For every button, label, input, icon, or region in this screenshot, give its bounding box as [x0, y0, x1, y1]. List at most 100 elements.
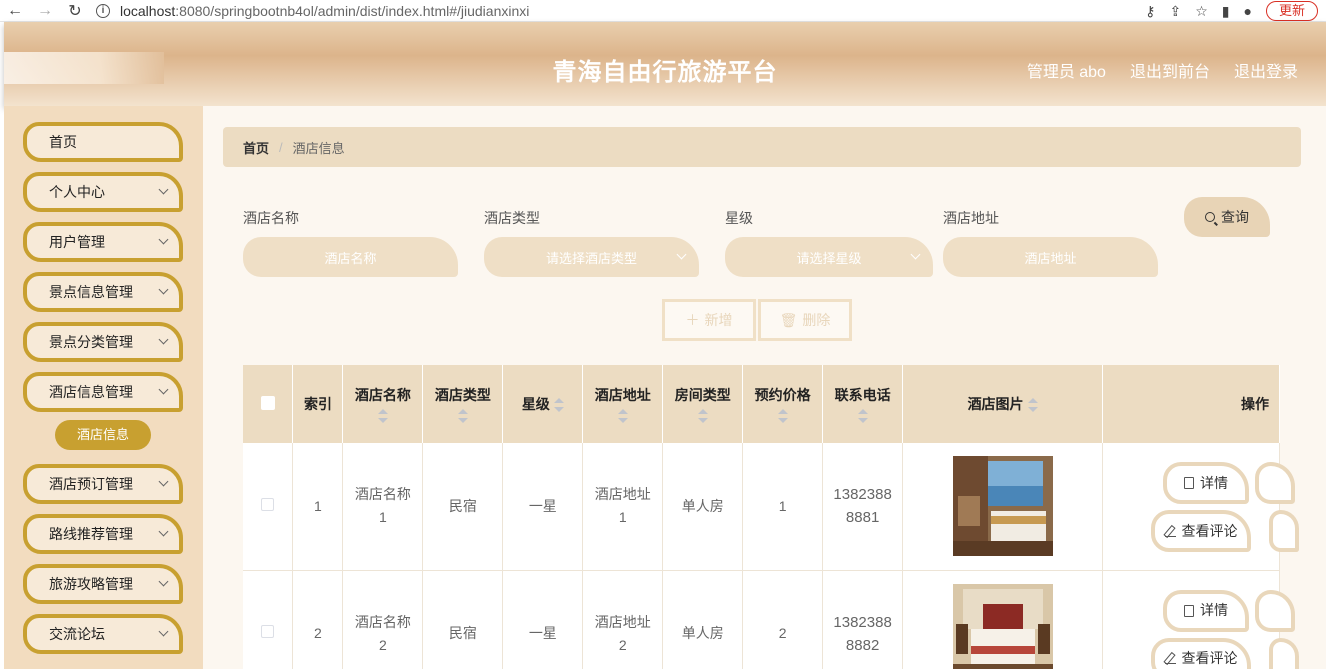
sidebar-item-hotel-info[interactable]: 酒店信息管理 — [23, 372, 183, 412]
edit-button-partial[interactable] — [1255, 462, 1296, 504]
delete-row-button-partial[interactable] — [1269, 637, 1300, 669]
sort-icon[interactable] — [697, 409, 708, 423]
col-room-type-label: 房间类型 — [674, 387, 731, 403]
select-all-checkbox[interactable] — [260, 395, 275, 410]
hotel-address-placeholder: 酒店地址 — [1024, 250, 1077, 266]
main-content: 首页 / 酒店信息 酒店名称 酒店名称 酒店类型 请选择酒店类型 星级 请选择星… — [203, 106, 1326, 669]
delete-button[interactable]: 🗑 删除 — [758, 299, 852, 341]
sidebar-item-label: 用户管理 — [49, 234, 105, 250]
breadcrumb: 首页 / 酒店信息 — [223, 127, 1301, 167]
sidebar-item-personal-center[interactable]: 个人中心 — [23, 172, 183, 212]
view-comments-label: 查看评论 — [1181, 650, 1238, 666]
sidebar-item-users[interactable]: 用户管理 — [23, 222, 183, 262]
sidebar-item-forum[interactable]: 交流论坛 — [23, 614, 183, 654]
cell-address-text: 酒店地址2 — [594, 613, 651, 653]
cell-address: 酒店地址2 — [582, 570, 664, 669]
col-phone-label: 联系电话 — [834, 387, 891, 403]
star-icon[interactable]: ☆ — [1195, 3, 1208, 20]
cell-price: 2 — [742, 570, 824, 669]
sidebar-item-scenic-category[interactable]: 景点分类管理 — [23, 322, 183, 362]
sidebar-item-hotel-booking[interactable]: 酒店预订管理 — [23, 464, 183, 504]
logout-link[interactable]: 退出登录 — [1234, 58, 1298, 82]
hotel-name-label: 酒店名称 — [243, 210, 299, 226]
share-icon[interactable]: ⇪ — [1170, 3, 1182, 20]
sidepanel-icon[interactable]: ▮ — [1222, 3, 1230, 20]
reload-icon[interactable]: ↻ — [60, 1, 90, 21]
hotel-image-seaview[interactable] — [952, 456, 1053, 557]
add-button[interactable]: ＋新增 — [662, 299, 756, 341]
delete-label: 删除 — [802, 312, 831, 328]
sort-icon[interactable] — [857, 409, 868, 423]
sidebar-item-route-recommend[interactable]: 路线推荐管理 — [23, 514, 183, 554]
sidebar-item-scenic-info[interactable]: 景点信息管理 — [23, 272, 183, 312]
hotel-image-bedroom[interactable] — [952, 583, 1053, 669]
sidebar-item-label: 首页 — [49, 134, 77, 150]
back-arrow-icon[interactable]: ← — [0, 2, 30, 20]
breadcrumb-current: 酒店信息 — [292, 140, 345, 156]
delete-row-button-partial[interactable] — [1269, 510, 1300, 552]
sidebar-item-label: 酒店信息管理 — [49, 384, 133, 400]
row-checkbox[interactable] — [261, 497, 275, 511]
cell-image — [902, 570, 1104, 669]
chevron-down-icon — [158, 476, 169, 487]
sort-icon[interactable] — [457, 409, 468, 423]
query-button[interactable]: 查询 — [1184, 197, 1270, 237]
trash-icon: 🗑 — [779, 311, 798, 328]
address-bar[interactable]: i localhost:8080/springbootnb4ol/admin/d… — [96, 3, 529, 19]
view-comments-button[interactable]: 查看评论 — [1151, 510, 1252, 552]
site-info-icon[interactable]: i — [96, 3, 110, 18]
cell-hotel-type: 民宿 — [422, 443, 504, 571]
top-header: 青海自由行旅游平台 管理员 abo 退出到前台 退出登录 — [4, 22, 1326, 106]
query-label: 查询 — [1221, 209, 1249, 225]
col-room-type[interactable]: 房间类型 — [662, 365, 744, 443]
detail-label: 详情 — [1200, 602, 1229, 618]
update-button[interactable]: 更新 — [1265, 1, 1318, 21]
row-checkbox[interactable] — [261, 625, 275, 638]
cell-hotel-name: 酒店名称2 — [342, 570, 424, 669]
sort-icon[interactable] — [617, 409, 628, 423]
profile-icon[interactable]: ● — [1244, 3, 1252, 19]
key-icon[interactable]: ⚷ — [1145, 3, 1155, 20]
breadcrumb-home[interactable]: 首页 — [243, 138, 269, 157]
edit-button-partial[interactable] — [1255, 589, 1296, 632]
sort-icon[interactable] — [1027, 398, 1038, 413]
chevron-down-icon — [910, 249, 921, 260]
star-level-select[interactable]: 请选择星级 — [725, 237, 933, 277]
col-price-label: 预约价格 — [754, 387, 811, 403]
col-hotel-type[interactable]: 酒店类型 — [422, 365, 504, 443]
col-actions-label: 操作 — [1241, 396, 1269, 412]
hotel-type-label: 酒店类型 — [484, 210, 540, 226]
sort-icon[interactable] — [377, 409, 388, 423]
sidebar-item-travel-guide[interactable]: 旅游攻略管理 — [23, 564, 183, 604]
view-comments-button[interactable]: 查看评论 — [1151, 637, 1252, 669]
sort-icon[interactable] — [553, 398, 564, 413]
exit-to-front-link[interactable]: 退出到前台 — [1130, 58, 1210, 82]
forward-arrow-icon[interactable]: → — [30, 2, 60, 20]
chevron-down-icon — [158, 334, 169, 345]
search-icon — [1205, 212, 1215, 222]
col-hotel-name[interactable]: 酒店名称 — [342, 365, 424, 443]
col-price[interactable]: 预约价格 — [742, 365, 824, 443]
col-image[interactable]: 酒店图片 — [902, 365, 1104, 443]
detail-button[interactable]: 详情 — [1163, 589, 1250, 632]
row-select-cell — [243, 570, 294, 669]
sidebar-menu: 首页 个人中心 用户管理 景点信息管理 景点分类管理 酒店信息管理 酒店信息 酒… — [4, 106, 203, 669]
sidebar-item-home[interactable]: 首页 — [23, 122, 183, 162]
sidebar-item-label: 景点信息管理 — [49, 284, 133, 300]
edit-pen-icon — [1164, 653, 1176, 664]
cell-hotel-name: 酒店名称1 — [342, 443, 424, 571]
sort-icon[interactable] — [777, 409, 788, 423]
star-level-placeholder: 请选择星级 — [796, 250, 862, 266]
cell-address-text: 酒店地址1 — [594, 486, 651, 526]
detail-button[interactable]: 详情 — [1163, 462, 1250, 504]
col-phone[interactable]: 联系电话 — [822, 365, 904, 443]
hotel-name-input[interactable]: 酒店名称 — [243, 237, 458, 277]
col-address[interactable]: 酒店地址 — [582, 365, 664, 443]
chevron-down-icon — [158, 384, 169, 395]
col-star[interactable]: 星级 — [502, 365, 584, 443]
sidebar-subitem-hotel-info[interactable]: 酒店信息 — [55, 420, 151, 450]
hotel-address-input[interactable]: 酒店地址 — [943, 237, 1158, 277]
col-image-label: 酒店图片 — [967, 396, 1024, 412]
chevron-down-icon — [158, 626, 169, 637]
hotel-type-select[interactable]: 请选择酒店类型 — [484, 237, 699, 277]
